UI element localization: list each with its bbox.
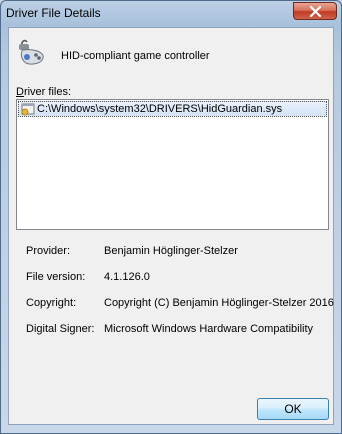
game-controller-icon: [19, 39, 44, 65]
driver-files-label-mnemonic: D: [16, 86, 24, 98]
file-version-label: File version:: [26, 271, 86, 283]
provider-value: Benjamin Höglinger-Stelzer: [104, 245, 238, 257]
driver-files-label: Driver files:: [16, 86, 71, 98]
close-icon: [309, 6, 322, 17]
dialog-window: Driver File Details HID-compliant game c…: [0, 0, 342, 434]
window-title: Driver File Details: [6, 6, 101, 20]
list-item[interactable]: C:\Windows\system32\DRIVERS\HidGuardian.…: [18, 101, 327, 117]
driver-files-list[interactable]: C:\Windows\system32\DRIVERS\HidGuardian.…: [16, 99, 329, 230]
ok-button[interactable]: OK: [257, 398, 329, 420]
file-version-value: 4.1.126.0: [104, 271, 150, 283]
device-name: HID-compliant game controller: [61, 50, 210, 62]
digital-signer-label: Digital Signer:: [26, 323, 95, 335]
copyright-label: Copyright:: [26, 297, 77, 309]
close-button[interactable]: [293, 2, 337, 20]
provider-label: Provider:: [26, 245, 71, 257]
copyright-value: Copyright (C) Benjamin Höglinger-Stelzer…: [104, 297, 334, 309]
digital-signer-value: Microsoft Windows Hardware Compatibility: [104, 323, 314, 335]
driver-file-path: C:\Windows\system32\DRIVERS\HidGuardian.…: [37, 103, 283, 115]
driver-files-label-rest: river files:: [23, 86, 72, 98]
title-bar[interactable]: Driver File Details: [1, 1, 341, 27]
dialog-body: HID-compliant game controller Driver fil…: [8, 27, 334, 425]
driver-file-icon: [21, 103, 35, 116]
